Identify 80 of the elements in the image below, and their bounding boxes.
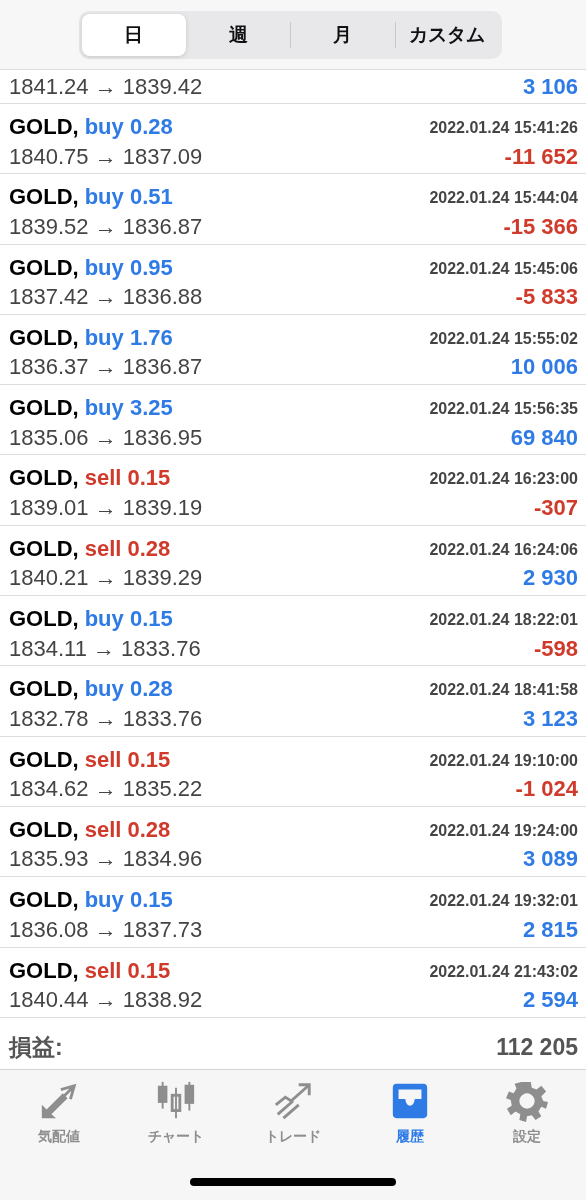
symbol-label: GOLD, <box>9 184 79 211</box>
price-range: 1840.21 → 1839.29 <box>9 565 203 592</box>
symbol-label: GOLD, <box>9 114 79 140</box>
symbol-label: GOLD, <box>9 676 79 703</box>
order-label: sell 0.15 <box>84 465 171 492</box>
profit-value: -598 <box>533 635 578 662</box>
period-tab[interactable]: 月 <box>291 13 395 56</box>
profit-value: 2 594 <box>522 987 578 1014</box>
summary-label: 損益: <box>9 1032 63 1062</box>
symbol-label: GOLD, <box>9 254 79 281</box>
trade-time: 2022.01.24 19:10:00 <box>429 751 578 771</box>
trade-time: 2022.01.24 18:41:58 <box>429 681 578 701</box>
price-range: 1840.44 → 1838.92 <box>9 987 203 1014</box>
price-range: 1834.11 → 1833.76 <box>9 635 201 662</box>
tab-bar-item[interactable]: 気配値 <box>0 1080 118 1146</box>
order-label: sell 0.28 <box>84 535 171 562</box>
trade-time: 2022.01.24 19:32:01 <box>429 892 578 912</box>
trade-time: 2022.01.24 15:41:26 <box>429 119 578 138</box>
settings-icon <box>506 1080 549 1122</box>
period-tab[interactable]: 日 <box>82 13 186 56</box>
order-label: buy 0.51 <box>84 184 173 211</box>
trade-time: 2022.01.24 16:24:06 <box>429 540 578 560</box>
symbol-label: GOLD, <box>9 606 79 633</box>
price-range: 1836.08 → 1837.73 <box>9 916 203 943</box>
order-label: buy 3.25 <box>84 395 173 422</box>
price-range: 1836.37 → 1836.87 <box>9 354 203 381</box>
order-label: sell 0.28 <box>84 816 171 843</box>
order-label: buy 0.15 <box>84 606 173 633</box>
trade-time: 2022.01.24 21:43:02 <box>429 962 578 982</box>
profit-value: -5 833 <box>515 284 578 311</box>
trade-time: 2022.01.24 18:22:01 <box>429 611 578 631</box>
tab-bar-item[interactable]: チャート <box>117 1080 235 1146</box>
profit-value: 10 006 <box>510 354 578 381</box>
trade-time: 2022.01.24 15:55:02 <box>429 329 578 349</box>
profit-value: -307 <box>533 495 578 521</box>
trade-time: 2022.01.24 15:56:35 <box>429 400 578 420</box>
price-range: 1840.75 → 1837.09 <box>9 143 203 170</box>
profit-value: 3 123 <box>522 705 578 732</box>
period-tab[interactable]: 週 <box>186 13 290 56</box>
price-range: 1837.42 → 1836.88 <box>9 284 203 311</box>
profit-value: -15 366 <box>503 213 578 240</box>
tab-bar-item[interactable]: 設定 <box>468 1080 586 1146</box>
symbol-label: GOLD, <box>9 816 79 843</box>
price-range: 1839.01 → 1839.19 <box>9 495 203 521</box>
profit-value: 3 089 <box>522 846 578 873</box>
order-label: sell 0.15 <box>84 957 171 984</box>
order-label: buy 0.95 <box>84 254 173 281</box>
symbol-label: GOLD, <box>9 324 79 351</box>
profit-value: 2 815 <box>522 916 578 943</box>
profit-value: 69 840 <box>510 424 578 451</box>
summary-value: 112 205 <box>496 1033 578 1061</box>
order-label: buy 0.15 <box>84 887 173 914</box>
symbol-label: GOLD, <box>9 746 79 773</box>
trade-time: 2022.01.24 16:23:00 <box>429 470 578 490</box>
trade-time: 2022.01.24 19:24:00 <box>429 821 578 841</box>
price-range: 1835.93 → 1834.96 <box>9 846 203 873</box>
tab-bar-item[interactable]: 履歴 <box>351 1080 469 1146</box>
price-range: 1841.24 → 1839.42 <box>9 73 203 100</box>
profit-value: 3 106 <box>522 73 578 100</box>
profit-value: -11 652 <box>504 143 578 170</box>
order-label: buy 1.76 <box>84 324 173 351</box>
trade-time: 2022.01.24 15:45:06 <box>429 259 578 279</box>
trend-arrow-icon <box>272 1080 314 1122</box>
price-range: 1835.06 → 1836.95 <box>9 424 203 451</box>
order-label: buy 0.28 <box>84 114 173 140</box>
price-range: 1839.52 → 1836.87 <box>9 213 203 240</box>
order-label: buy 0.28 <box>84 676 173 703</box>
price-range: 1834.62 → 1835.22 <box>9 776 203 803</box>
trade-time: 2022.01.24 15:44:04 <box>429 189 578 209</box>
symbol-label: GOLD, <box>9 957 79 984</box>
price-range: 1832.78 → 1833.76 <box>9 705 203 732</box>
period-tab[interactable]: カスタム <box>395 13 499 56</box>
symbol-label: GOLD, <box>9 887 79 914</box>
symbol-label: GOLD, <box>9 535 79 562</box>
symbol-label: GOLD, <box>9 395 79 422</box>
symbol-label: GOLD, <box>9 465 79 492</box>
profit-value: 2 930 <box>522 565 578 592</box>
tab-bar-item[interactable]: トレード <box>234 1080 352 1146</box>
profit-value: -1 024 <box>515 776 578 803</box>
order-label: sell 0.15 <box>84 746 171 773</box>
